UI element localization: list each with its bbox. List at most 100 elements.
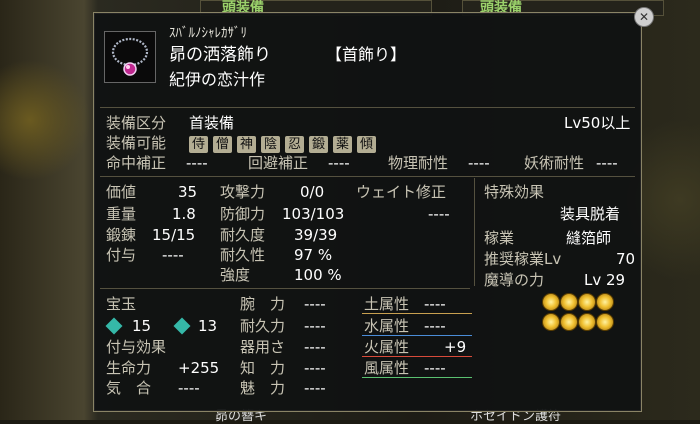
equip-category-value: 首装備 <box>189 114 235 132</box>
element-value: +9 <box>444 338 467 356</box>
stat-label: 鍛錬 <box>106 226 137 244</box>
earth-element-line <box>362 313 472 314</box>
stat-label: 価値 <box>106 183 137 201</box>
special-effect-label: 特殊効果 <box>484 183 545 201</box>
magic-coin-icon <box>560 293 578 311</box>
stat-value: 15/15 <box>152 226 196 244</box>
magic-power-value: Lv 29 <box>584 271 626 289</box>
stat-label: 耐久性 <box>220 246 266 264</box>
recommended-level-value: 70 <box>616 250 636 268</box>
attr-value: ---- <box>304 359 326 377</box>
gem-icon <box>173 317 191 335</box>
class-tag: 傾 <box>357 136 376 153</box>
stat-value: 35 <box>178 183 198 201</box>
modifier-label: 妖術耐性 <box>524 154 585 172</box>
modifier-label: 命中補正 <box>106 154 167 172</box>
item-type: 【首飾り】 <box>326 45 407 64</box>
element-value: ---- <box>424 359 446 377</box>
magic-coin-icon <box>596 313 614 331</box>
usable-classes-list: 侍僧神陰忍鍛薬傾 <box>189 134 381 153</box>
attr-label: 腕 力 <box>240 295 286 313</box>
stat-value: 0/0 <box>300 183 325 201</box>
item-detail-window: ｽﾊﾞﾙﾉｼｬﾚｶｻﾞﾘ 昴の洒落飾り 【首飾り】 紀伊の恋汁作 装備区分 首装… <box>93 12 642 412</box>
stat-label: 攻撃力 <box>220 183 266 201</box>
element-value: ---- <box>424 317 446 335</box>
item-maker: 紀伊の恋汁作 <box>169 70 266 89</box>
magic-coin-icon <box>542 313 560 331</box>
attr-value: ---- <box>304 379 326 397</box>
gem-count: 13 <box>198 317 218 335</box>
modifier-value: ---- <box>596 154 618 172</box>
class-tag: 神 <box>237 136 256 153</box>
element-label: 水属性 <box>364 317 410 335</box>
job-value: 縫箔師 <box>566 229 612 247</box>
class-tag: 薬 <box>333 136 352 153</box>
modifier-label: 回避補正 <box>248 154 309 172</box>
modifier-value: ---- <box>186 154 208 172</box>
stat-label: 強度 <box>220 266 251 284</box>
attr-value: ---- <box>304 295 326 313</box>
enchant-stat-label: 生命力 <box>106 359 152 377</box>
fire-element-line <box>362 356 472 357</box>
stat-value: 1.8 <box>172 205 196 223</box>
element-label: 風属性 <box>364 359 410 377</box>
recommended-level-label: 推奨稼業Lv <box>484 250 562 268</box>
divider <box>100 107 635 108</box>
stat-value: 103/103 <box>282 205 345 223</box>
level-requirement: Lv50以上 <box>564 114 631 132</box>
class-tag: 陰 <box>261 136 280 153</box>
item-icon-frame <box>104 31 156 83</box>
magic-power-label: 魔導の力 <box>484 271 545 289</box>
attr-value: ---- <box>304 338 326 356</box>
gem-icon <box>105 317 123 335</box>
stat-label: 付与 <box>106 246 137 264</box>
equip-category-label: 装備区分 <box>106 114 167 132</box>
divider <box>100 288 470 289</box>
gem-label: 宝玉 <box>106 295 137 313</box>
close-button[interactable]: ✕ <box>634 7 654 27</box>
attr-value: ---- <box>304 317 326 335</box>
modifier-value: ---- <box>328 154 350 172</box>
attr-label: 器用さ <box>240 338 286 356</box>
enchant-label: 付与効果 <box>106 338 167 356</box>
item-name: 昴の洒落飾り <box>169 45 271 65</box>
stat-label: 耐久度 <box>220 226 266 244</box>
attr-label: 耐久力 <box>240 317 286 335</box>
water-element-line <box>362 335 472 336</box>
stat-value: 97 % <box>294 246 333 264</box>
magic-coin-icon <box>542 293 560 311</box>
magic-coin-icon <box>596 293 614 311</box>
class-tag: 侍 <box>189 136 208 153</box>
item-ruby: ｽﾊﾞﾙﾉｼｬﾚｶｻﾞﾘ <box>169 26 247 41</box>
modifier-label: 物理耐性 <box>388 154 449 172</box>
usable-classes-label: 装備可能 <box>106 134 167 152</box>
stat-value: ---- <box>162 246 184 264</box>
attr-label: 魅 力 <box>240 379 286 397</box>
attr-label: 知 力 <box>240 359 286 377</box>
stat-value: 100 % <box>294 266 342 284</box>
wind-element-line <box>362 377 472 378</box>
stat-label: 重量 <box>106 205 137 223</box>
job-label: 稼業 <box>484 229 515 247</box>
special-effect-value: 装具脱着 <box>560 205 621 223</box>
divider <box>474 178 475 286</box>
gem-count: 15 <box>132 317 152 335</box>
enchant-stat-value: +255 <box>178 359 220 377</box>
element-value: ---- <box>424 295 446 313</box>
close-icon: ✕ <box>638 10 650 24</box>
magic-coin-icon <box>578 293 596 311</box>
magic-coin-icon <box>578 313 596 331</box>
weight-mod-label: ウェイト修正 <box>356 183 447 201</box>
enchant-stat-label: 気 合 <box>106 379 152 397</box>
magic-coin-icon <box>560 313 578 331</box>
class-tag: 鍛 <box>309 136 328 153</box>
element-label: 火属性 <box>364 338 410 356</box>
stat-label: 防御力 <box>220 205 266 223</box>
modifier-value: ---- <box>468 154 490 172</box>
enchant-stat-value: ---- <box>178 379 200 397</box>
stat-value: 39/39 <box>294 226 338 244</box>
weight-mod-value: ---- <box>428 205 450 223</box>
class-tag: 僧 <box>213 136 232 153</box>
element-label: 土属性 <box>364 295 410 313</box>
necklace-icon <box>111 37 149 76</box>
